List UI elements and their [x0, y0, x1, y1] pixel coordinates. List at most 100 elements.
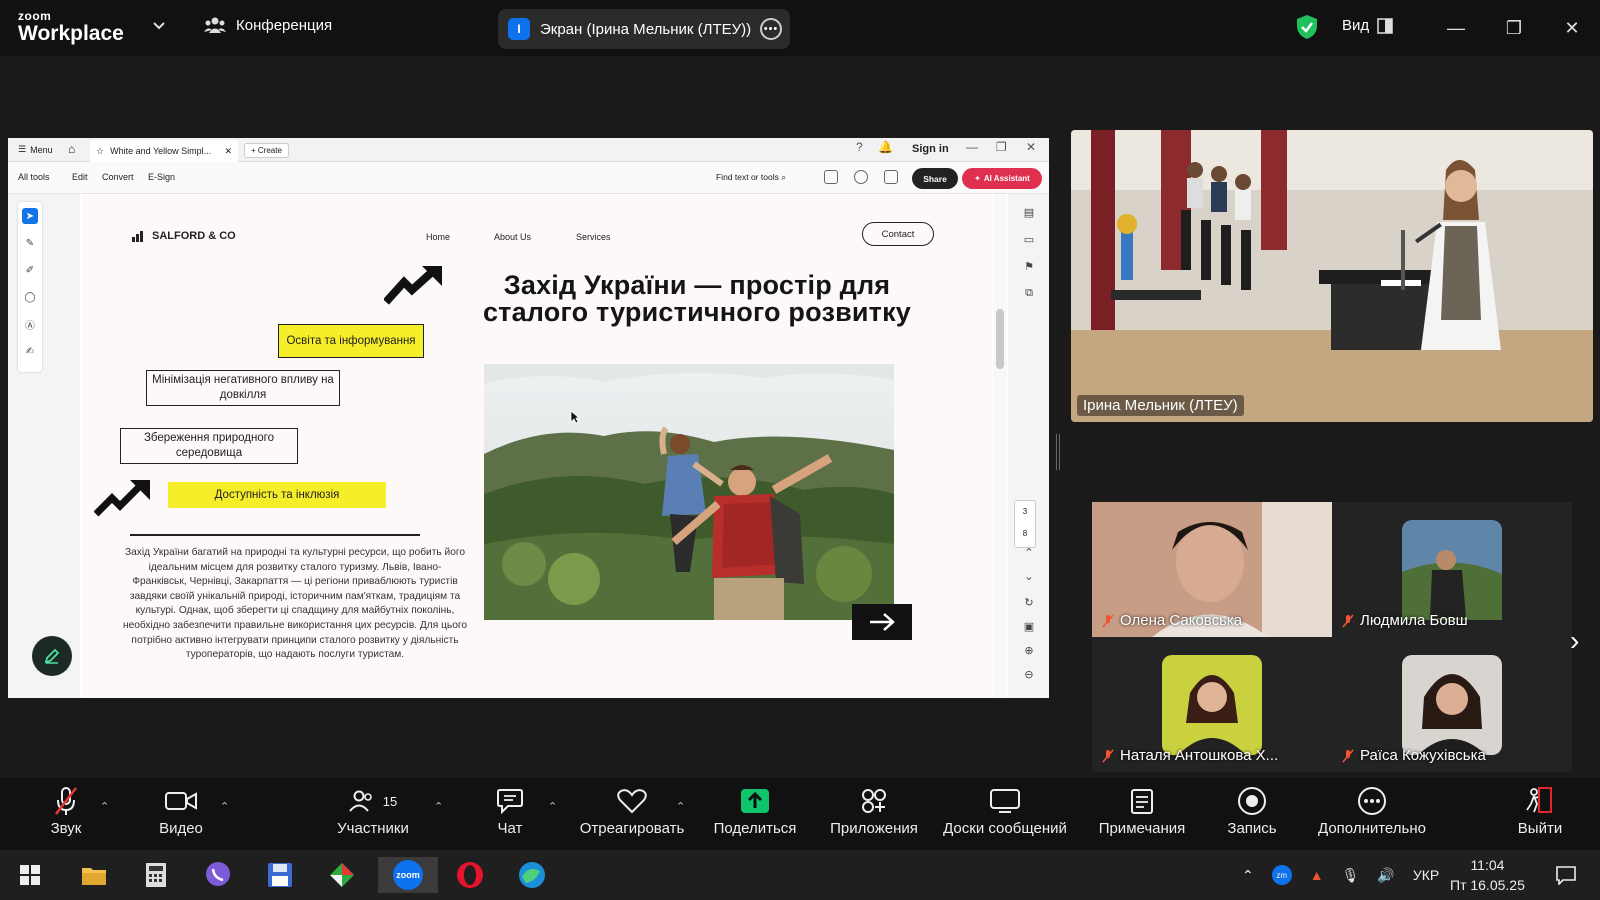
mic-muted-icon: [55, 787, 77, 815]
security-shield-icon[interactable]: [1296, 14, 1318, 40]
edit-pen-button[interactable]: [32, 636, 72, 676]
copy-pages-icon[interactable]: ⧉: [1021, 285, 1037, 301]
viewer-share-button[interactable]: Share: [912, 168, 958, 189]
react-button[interactable]: Отреагировать: [576, 786, 688, 846]
viewer-scrollbar[interactable]: [993, 194, 1007, 698]
page-indicator[interactable]: 3 8: [1014, 500, 1036, 548]
save-icon[interactable]: [824, 170, 838, 184]
ai-assistant-button[interactable]: ✦ AI Assistant: [962, 168, 1042, 189]
viewer-minimize-icon[interactable]: —: [966, 140, 978, 154]
apps-button[interactable]: Приложения: [826, 786, 922, 846]
menu-edit[interactable]: Edit: [72, 172, 88, 182]
mic-tray-icon[interactable]: 🎙: [1342, 867, 1360, 884]
file-explorer-icon[interactable]: [76, 857, 112, 893]
menu-esign[interactable]: E-Sign: [148, 172, 175, 182]
zoom-out-icon[interactable]: ⊖: [1021, 666, 1037, 682]
language-indicator[interactable]: УКР: [1413, 867, 1439, 883]
more-options-icon[interactable]: •••: [760, 18, 782, 40]
participants-options-caret-icon[interactable]: ⌃: [434, 800, 443, 813]
tray-expand-icon[interactable]: ⌃: [1242, 867, 1254, 884]
chart-app-icon[interactable]: [324, 857, 360, 893]
gallery-next-icon[interactable]: ›: [1570, 625, 1579, 657]
find-tools-field[interactable]: Find text or tools ⌕: [716, 172, 786, 183]
windows-start-icon[interactable]: [12, 857, 48, 893]
sign-icon[interactable]: ✍: [22, 343, 38, 359]
comments-icon[interactable]: ▭: [1021, 231, 1037, 247]
participant-tile[interactable]: Олена Саковська: [1092, 502, 1332, 637]
zoom-in-icon[interactable]: ⊕: [1021, 642, 1037, 658]
menu-all-tools[interactable]: All tools: [18, 172, 50, 182]
star-icon[interactable]: ☆: [96, 146, 104, 157]
restore-icon[interactable]: ❐: [1502, 16, 1526, 40]
menu-convert[interactable]: Convert: [102, 172, 134, 182]
scroll-thumb[interactable]: [996, 309, 1004, 369]
video-button[interactable]: Видео: [158, 786, 204, 846]
participant-tile[interactable]: Людмила Бовш: [1332, 502, 1572, 637]
save-page-icon[interactable]: ▣: [1021, 618, 1037, 634]
thumbnails-icon[interactable]: ▤: [1021, 204, 1037, 220]
bell-icon[interactable]: 🔔: [878, 140, 893, 154]
next-slide-button[interactable]: [852, 604, 912, 640]
hamburger-menu[interactable]: ☰ Menu: [18, 144, 53, 155]
edge-icon[interactable]: [514, 857, 550, 893]
page-headline: Захід України — простір для сталого тури…: [482, 270, 912, 327]
taskbar-clock[interactable]: 11:04 Пт 16.05.25: [1450, 855, 1525, 895]
minimize-icon[interactable]: —: [1444, 16, 1468, 40]
nav-home[interactable]: Home: [426, 232, 450, 242]
calculator-icon[interactable]: [138, 857, 174, 893]
participant-tile[interactable]: Раїса Кожухівська: [1332, 637, 1572, 772]
leave-button[interactable]: Выйти: [1516, 786, 1564, 846]
meeting-info[interactable]: Конференция: [204, 16, 332, 34]
audio-button[interactable]: Звук: [46, 786, 86, 846]
shared-screen[interactable]: ☰ Menu ⌂ ☆ White and Yellow Simpl... ✕ + …: [8, 138, 1049, 698]
volume-icon[interactable]: 🔊: [1377, 867, 1394, 884]
video-options-caret-icon[interactable]: ⌃: [220, 800, 229, 813]
create-tab-button[interactable]: + Create: [244, 143, 289, 158]
page-down-icon[interactable]: ⌄: [1021, 568, 1037, 584]
speaker-video[interactable]: Ірина Мельник (ЛТЕУ): [1071, 130, 1593, 422]
sign-in-button[interactable]: Sign in: [912, 143, 949, 155]
opera-icon[interactable]: [452, 857, 488, 893]
panel-resize-handle[interactable]: [1056, 434, 1060, 470]
chevron-down-icon[interactable]: [152, 19, 166, 33]
upload-icon[interactable]: [854, 170, 868, 184]
viber-icon[interactable]: [200, 857, 236, 893]
close-icon[interactable]: ✕: [1560, 16, 1584, 40]
react-options-caret-icon[interactable]: ⌃: [676, 800, 685, 813]
print-icon[interactable]: [884, 170, 898, 184]
notifications-icon[interactable]: [1548, 857, 1584, 893]
comment-icon[interactable]: ✎: [22, 235, 38, 251]
viewer-close-icon[interactable]: ✕: [1026, 140, 1036, 154]
document-page[interactable]: SALFORD & CO Home About Us Services Cont…: [82, 194, 992, 698]
zoom-tray-icon[interactable]: zm: [1271, 865, 1292, 885]
tab-close-icon[interactable]: ✕: [224, 146, 232, 157]
nav-services[interactable]: Services: [576, 232, 611, 242]
whiteboards-button[interactable]: Доски сообщений: [940, 786, 1070, 846]
text-select-icon[interactable]: Ⓐ: [22, 316, 38, 332]
floppy-app-icon[interactable]: [262, 857, 298, 893]
document-tab[interactable]: ☆ White and Yellow Simpl... ✕: [90, 140, 238, 162]
rotate-icon[interactable]: ↻: [1021, 594, 1037, 610]
more-button[interactable]: Дополнительно: [1312, 786, 1432, 846]
network-tray-icon[interactable]: ▲: [1310, 867, 1324, 883]
lasso-icon[interactable]: ◯: [22, 289, 38, 305]
contact-button[interactable]: Contact: [862, 222, 934, 246]
highlight-icon[interactable]: ✐: [22, 262, 38, 278]
participant-tile[interactable]: Наталя Антошкова Х...: [1092, 637, 1332, 772]
share-status-pill[interactable]: I Экран (Ірина Мельник (ЛТЕУ)) •••: [498, 9, 790, 49]
select-cursor-icon[interactable]: ➤: [22, 208, 38, 224]
chat-options-caret-icon[interactable]: ⌃: [548, 800, 557, 813]
help-icon[interactable]: ?: [856, 140, 863, 154]
notes-button[interactable]: Примечания: [1096, 786, 1188, 846]
home-icon[interactable]: ⌂: [68, 142, 75, 156]
record-button[interactable]: Запись: [1226, 786, 1278, 846]
participants-button[interactable]: 15 Участники: [336, 786, 410, 846]
zoom-taskbar-icon[interactable]: zoom: [378, 857, 438, 893]
bookmark-icon[interactable]: ⚑: [1021, 258, 1037, 274]
share-screen-button[interactable]: Поделиться: [712, 786, 798, 846]
view-button[interactable]: Вид: [1342, 17, 1393, 34]
viewer-restore-icon[interactable]: ❐: [996, 140, 1007, 154]
audio-options-caret-icon[interactable]: ⌃: [100, 800, 109, 813]
chat-button[interactable]: Чат: [490, 786, 530, 846]
nav-about[interactable]: About Us: [494, 232, 531, 242]
